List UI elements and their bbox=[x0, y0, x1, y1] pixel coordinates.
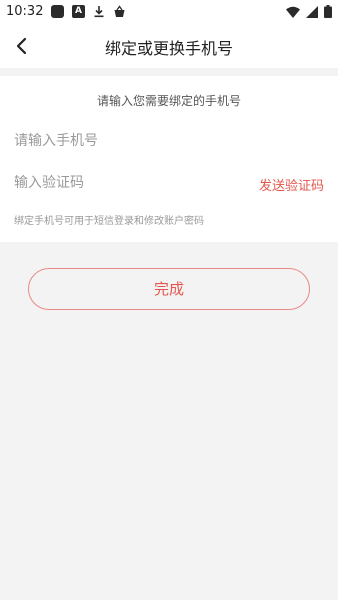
font-app-icon: A bbox=[72, 5, 85, 18]
status-time: 10:32 bbox=[6, 4, 44, 19]
verification-code-input[interactable] bbox=[14, 168, 214, 198]
bind-phone-form: 请输入您需要绑定的手机号 发送验证码 绑定手机号可用于短信登录和修改账户密码 bbox=[0, 76, 338, 242]
page-title: 绑定或更换手机号 bbox=[104, 39, 233, 58]
phone-input[interactable] bbox=[14, 126, 214, 156]
form-prompt: 请输入您需要绑定的手机号 bbox=[96, 94, 241, 108]
code-row: 发送验证码 bbox=[14, 168, 324, 198]
download-icon bbox=[94, 6, 104, 18]
basket-icon bbox=[114, 5, 125, 17]
battery-icon bbox=[324, 5, 332, 18]
system-icons bbox=[286, 5, 332, 18]
app-notification-icon bbox=[51, 5, 64, 18]
phone-row bbox=[14, 126, 324, 156]
send-code-button[interactable]: 发送验证码 bbox=[259, 175, 324, 194]
notification-icons: A bbox=[51, 5, 126, 18]
bind-hint-text: 绑定手机号可用于短信登录和修改账户密码 bbox=[14, 216, 204, 227]
signal-icon bbox=[306, 5, 318, 18]
wifi-icon bbox=[286, 6, 300, 18]
section-divider bbox=[0, 68, 338, 76]
status-bar: 10:32 A bbox=[0, 0, 338, 24]
app-header: 绑定或更换手机号 bbox=[0, 24, 338, 68]
done-button[interactable]: 完成 bbox=[28, 268, 310, 310]
